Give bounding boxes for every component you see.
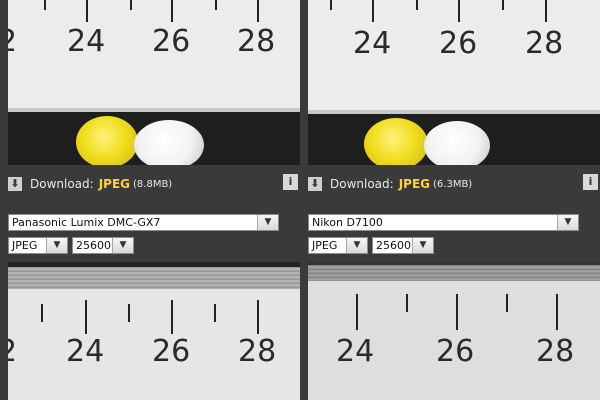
sample-image-bottom-left[interactable]: 2 24 26 28 — [8, 262, 300, 400]
white-ball — [134, 120, 204, 165]
yellow-ball — [364, 118, 428, 165]
ruler-number: 26 — [439, 26, 478, 61]
camera-select[interactable]: Nikon D7100 ▼ — [308, 214, 579, 231]
ruler-tick — [372, 0, 374, 22]
ruler-tick — [44, 0, 46, 10]
ruler-tick — [330, 0, 332, 10]
format-select[interactable]: JPEG ▼ — [308, 237, 368, 254]
chevron-down-icon: ▼ — [46, 238, 67, 253]
download-label[interactable]: Download: — [30, 177, 94, 191]
camera-select[interactable]: Panasonic Lumix DMC-GX7 ▼ — [8, 214, 279, 231]
camera-select-value: Panasonic Lumix DMC-GX7 — [12, 216, 161, 229]
iso-select-value: 25600 — [376, 239, 411, 252]
download-format-link[interactable]: JPEG — [99, 177, 130, 191]
ruler-number: 26 — [152, 24, 191, 59]
ruler-number: 26 — [436, 334, 475, 369]
yellow-ball — [76, 116, 138, 165]
ruler-tick — [171, 0, 173, 22]
ruler-number: 24 — [66, 334, 105, 369]
info-icon[interactable]: i — [583, 174, 598, 190]
ruler-number: 28 — [237, 24, 276, 59]
download-format-link[interactable]: JPEG — [399, 177, 430, 191]
format-select-value: JPEG — [312, 239, 338, 252]
download-icon[interactable]: ⬇ — [8, 177, 22, 191]
comparison-panel-right: 24 26 28 ⬇ Download: JPEG (6.3MB) i Niko… — [308, 0, 600, 400]
ruler-tick — [502, 0, 504, 10]
white-ball — [424, 121, 490, 165]
ruler-tick — [456, 294, 458, 330]
ruler-number: 28 — [536, 334, 575, 369]
ruler-tick — [257, 300, 259, 334]
ruler-tick — [356, 294, 358, 330]
download-icon[interactable]: ⬇ — [308, 177, 322, 191]
download-row: ⬇ Download: JPEG (6.3MB) i — [308, 174, 600, 194]
chevron-down-icon: ▼ — [557, 215, 578, 230]
ruler-tick — [86, 0, 88, 22]
info-icon[interactable]: i — [283, 174, 298, 190]
iso-select[interactable]: 25600 ▼ — [372, 237, 434, 254]
ruler-tick — [171, 300, 173, 334]
ruler-tick — [556, 294, 558, 330]
iso-select-value: 25600 — [76, 239, 111, 252]
ruler-number: 28 — [525, 26, 564, 61]
download-label[interactable]: Download: — [330, 177, 394, 191]
download-size: (6.3MB) — [433, 178, 473, 190]
comparison-panel-left: 2 24 26 28 ⬇ Download: JPEG (8.8MB) i Pa… — [8, 0, 300, 400]
camera-select-value: Nikon D7100 — [312, 216, 383, 229]
chevron-down-icon: ▼ — [346, 238, 367, 253]
format-select-value: JPEG — [12, 239, 38, 252]
download-size: (8.8MB) — [133, 178, 173, 190]
ruler-tick — [458, 0, 460, 22]
sample-image-bottom-right[interactable]: 24 26 28 — [308, 262, 600, 400]
ruler-tick — [128, 304, 130, 322]
ruler-tick — [214, 304, 216, 322]
chevron-down-icon: ▼ — [112, 238, 133, 253]
ruler-tick — [416, 0, 418, 10]
sample-image-top-right[interactable]: 24 26 28 — [308, 0, 600, 165]
sample-image-top-left[interactable]: 2 24 26 28 — [8, 0, 300, 165]
ruler-tick — [545, 0, 547, 22]
ruler-number: 26 — [152, 334, 191, 369]
chevron-down-icon: ▼ — [257, 215, 278, 230]
iso-select[interactable]: 25600 ▼ — [72, 237, 134, 254]
ruler-number: 2 — [8, 24, 17, 59]
ruler-number: 24 — [336, 334, 375, 369]
ruler-tick — [215, 0, 217, 10]
ruler-tick — [257, 0, 259, 22]
download-row: ⬇ Download: JPEG (8.8MB) i — [8, 174, 300, 194]
ruler-tick — [506, 294, 508, 312]
ruler-tick — [406, 294, 408, 312]
ruler-number: 24 — [353, 26, 392, 61]
ruler-number: 2 — [8, 334, 17, 369]
chevron-down-icon: ▼ — [412, 238, 433, 253]
ruler-tick — [130, 0, 132, 10]
ruler-tick — [85, 300, 87, 334]
ruler-tick — [41, 304, 43, 322]
format-select[interactable]: JPEG ▼ — [8, 237, 68, 254]
ruler-number: 28 — [238, 334, 277, 369]
ruler-number: 24 — [67, 24, 106, 59]
